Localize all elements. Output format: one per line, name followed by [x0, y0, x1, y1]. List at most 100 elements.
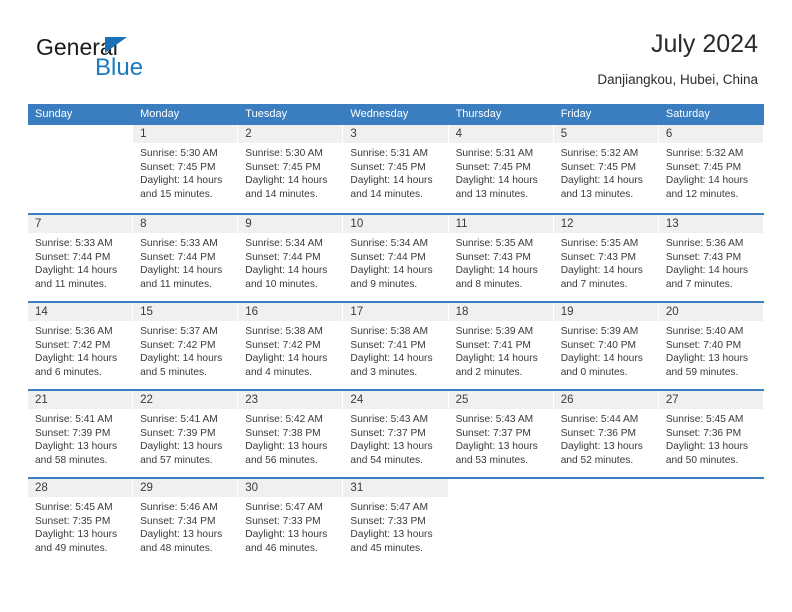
calendar-day-cell[interactable]: 24 Sunrise: 5:43 AM Sunset: 7:37 PM Dayligh…: [343, 391, 449, 477]
daylight-duration-line1: Daylight: 14 hours: [35, 265, 118, 277]
day-number: 15: [133, 303, 238, 321]
day-number: 2: [238, 125, 343, 143]
calendar-day-cell[interactable]: 4 Sunrise: 5:31 AM Sunset: 7:45 PM Daylight…: [448, 125, 554, 213]
calendar-day-cell[interactable]: 11 Sunrise: 5:35 AM Sunset: 7:43 PM Dayligh…: [448, 215, 554, 301]
sunset-time: Sunset: 7:42 PM: [35, 339, 111, 351]
sunrise-time: Sunrise: 5:39 AM: [455, 326, 534, 337]
sunrise-time: Sunrise: 5:39 AM: [560, 326, 639, 337]
calendar-day-cell[interactable]: 27 Sunrise: 5:45 AM Sunset: 7:36 PM Dayligh…: [658, 391, 764, 477]
day-details: Sunrise: 5:43 AM Sunset: 7:37 PM Daylight:…: [343, 409, 447, 467]
daylight-duration-line1: Daylight: 14 hours: [140, 353, 223, 365]
daylight-duration-line2: and 59 minutes.: [665, 366, 739, 378]
daylight-duration-line2: and 7 minutes.: [560, 278, 628, 290]
day-details: Sunrise: 5:39 AM Sunset: 7:41 PM Daylight:…: [449, 321, 553, 379]
sunset-time: Sunset: 7:34 PM: [140, 515, 216, 527]
calendar-day-cell[interactable]: 1 Sunrise: 5:30 AM Sunset: 7:45 PM Daylight…: [133, 125, 239, 213]
calendar-day-cell[interactable]: 25 Sunrise: 5:43 AM Sunset: 7:37 PM Dayligh…: [448, 391, 554, 477]
sunrise-time: Sunrise: 5:45 AM: [665, 414, 744, 425]
sunset-time: Sunset: 7:42 PM: [140, 339, 216, 351]
sunrise-time: Sunrise: 5:42 AM: [245, 414, 323, 425]
page-title: July 2024: [650, 30, 758, 58]
calendar-day-cell[interactable]: 10 Sunrise: 5:34 AM Sunset: 7:44 PM Dayligh…: [343, 215, 449, 301]
sunset-time: Sunset: 7:35 PM: [35, 515, 111, 527]
logo-text-blue: Blue: [95, 54, 144, 81]
day-details: Sunrise: 5:35 AM Sunset: 7:43 PM Daylight:…: [554, 233, 658, 291]
calendar-day-cell[interactable]: 28 Sunrise: 5:45 AM Sunset: 7:35 PM Dayligh…: [28, 479, 134, 565]
day-details: Sunrise: 5:41 AM Sunset: 7:39 PM Daylight:…: [28, 409, 132, 467]
daylight-duration-line2: and 46 minutes.: [245, 542, 318, 554]
calendar-weeks: 1 Sunrise: 5:30 AM Sunset: 7:45 PM Daylight…: [28, 125, 764, 565]
daylight-duration-line2: and 53 minutes.: [455, 454, 529, 466]
day-details: Sunrise: 5:37 AM Sunset: 7:42 PM Daylight:…: [133, 321, 237, 379]
sunset-time: Sunset: 7:43 PM: [455, 251, 531, 263]
sunset-time: Sunset: 7:36 PM: [665, 427, 742, 439]
sunrise-time: Sunrise: 5:31 AM: [350, 148, 429, 159]
day-details: Sunrise: 5:38 AM Sunset: 7:41 PM Daylight:…: [343, 321, 447, 379]
daylight-duration-line1: Daylight: 14 hours: [350, 265, 433, 277]
calendar-day-cell[interactable]: 21 Sunrise: 5:41 AM Sunset: 7:39 PM Dayligh…: [28, 391, 134, 477]
daylight-duration-line1: Daylight: 14 hours: [245, 265, 328, 277]
day-details: Sunrise: 5:45 AM Sunset: 7:36 PM Daylight:…: [659, 409, 763, 467]
day-number: 13: [658, 215, 763, 233]
day-details: Sunrise: 5:46 AM Sunset: 7:34 PM Daylight:…: [133, 497, 237, 555]
daylight-duration-line1: Daylight: 14 hours: [665, 265, 748, 277]
daylight-duration-line2: and 0 minutes.: [560, 366, 628, 378]
calendar-day-cell[interactable]: 15 Sunrise: 5:37 AM Sunset: 7:42 PM Dayligh…: [133, 303, 239, 389]
day-number: 18: [448, 303, 553, 321]
daylight-duration-line1: Daylight: 13 hours: [455, 441, 538, 453]
calendar-day-cell[interactable]: 12 Sunrise: 5:35 AM Sunset: 7:43 PM Dayligh…: [553, 215, 659, 301]
calendar-day-cell[interactable]: 16 Sunrise: 5:38 AM Sunset: 7:42 PM Dayligh…: [238, 303, 344, 389]
calendar-day-cell[interactable]: 26 Sunrise: 5:44 AM Sunset: 7:36 PM Dayligh…: [553, 391, 659, 477]
calendar-week-row: 28 Sunrise: 5:45 AM Sunset: 7:35 PM Dayligh…: [28, 477, 764, 565]
day-number: 23: [238, 391, 343, 409]
calendar-day-cell[interactable]: 8 Sunrise: 5:33 AM Sunset: 7:44 PM Daylight…: [133, 215, 239, 301]
calendar-day-cell[interactable]: 22 Sunrise: 5:41 AM Sunset: 7:39 PM Dayligh…: [133, 391, 239, 477]
calendar-day-cell[interactable]: 2 Sunrise: 5:30 AM Sunset: 7:45 PM Daylight…: [238, 125, 344, 213]
day-number: 31: [343, 479, 448, 497]
sunset-time: Sunset: 7:45 PM: [350, 161, 426, 173]
daylight-duration-line2: and 3 minutes.: [350, 366, 418, 378]
calendar-day-cell[interactable]: 14 Sunrise: 5:36 AM Sunset: 7:42 PM Dayligh…: [28, 303, 134, 389]
page-subtitle: Danjiangkou, Hubei, China: [597, 72, 758, 87]
calendar-day-cell[interactable]: 5 Sunrise: 5:32 AM Sunset: 7:45 PM Daylight…: [553, 125, 659, 213]
general-blue-logo[interactable]: General Blue: [36, 34, 236, 92]
calendar-day-cell[interactable]: 23 Sunrise: 5:42 AM Sunset: 7:38 PM Dayligh…: [238, 391, 344, 477]
calendar-day-cell[interactable]: 17 Sunrise: 5:38 AM Sunset: 7:41 PM Dayligh…: [343, 303, 449, 389]
day-number: 4: [448, 125, 553, 143]
daylight-duration-line2: and 52 minutes.: [560, 454, 634, 466]
sunrise-time: Sunrise: 5:41 AM: [35, 414, 113, 425]
daylight-duration-line1: Daylight: 14 hours: [350, 175, 433, 187]
day-number: 11: [448, 215, 553, 233]
calendar-day-cell[interactable]: 9 Sunrise: 5:34 AM Sunset: 7:44 PM Daylight…: [238, 215, 344, 301]
daylight-duration-line2: and 7 minutes.: [665, 278, 733, 290]
calendar-day-cell[interactable]: 29 Sunrise: 5:46 AM Sunset: 7:34 PM Dayligh…: [133, 479, 239, 565]
sunrise-time: Sunrise: 5:30 AM: [140, 148, 218, 159]
sunrise-time: Sunrise: 5:38 AM: [245, 326, 323, 337]
daylight-duration-line2: and 54 minutes.: [350, 454, 423, 466]
daylight-duration-line1: Daylight: 13 hours: [350, 529, 433, 541]
day-number: 30: [238, 479, 343, 497]
sunrise-time: Sunrise: 5:38 AM: [350, 326, 429, 337]
sunset-time: Sunset: 7:41 PM: [455, 339, 531, 351]
calendar-day-cell[interactable]: 30 Sunrise: 5:47 AM Sunset: 7:33 PM Dayligh…: [238, 479, 344, 565]
calendar-day-cell[interactable]: 13 Sunrise: 5:36 AM Sunset: 7:43 PM Dayligh…: [658, 215, 764, 301]
sunrise-time: Sunrise: 5:47 AM: [245, 502, 323, 513]
daylight-duration-line2: and 56 minutes.: [245, 454, 318, 466]
day-details: Sunrise: 5:34 AM Sunset: 7:44 PM Daylight:…: [238, 233, 342, 291]
calendar-day-cell-empty: [553, 479, 659, 565]
calendar-page: General Blue July 2024 Danjiangkou, Hube…: [0, 0, 792, 612]
calendar-day-cell[interactable]: 19 Sunrise: 5:39 AM Sunset: 7:40 PM Dayligh…: [553, 303, 659, 389]
daylight-duration-line2: and 57 minutes.: [140, 454, 213, 466]
calendar-day-cell[interactable]: 18 Sunrise: 5:39 AM Sunset: 7:41 PM Dayligh…: [448, 303, 554, 389]
day-details: Sunrise: 5:31 AM Sunset: 7:45 PM Daylight:…: [343, 143, 447, 201]
day-details: Sunrise: 5:44 AM Sunset: 7:36 PM Daylight:…: [554, 409, 658, 467]
calendar-day-cell[interactable]: 20 Sunrise: 5:40 AM Sunset: 7:40 PM Dayligh…: [658, 303, 764, 389]
calendar-day-cell[interactable]: 7 Sunrise: 5:33 AM Sunset: 7:44 PM Daylight…: [28, 215, 134, 301]
calendar-day-cell[interactable]: 6 Sunrise: 5:32 AM Sunset: 7:45 PM Daylight…: [658, 125, 764, 213]
day-details: Sunrise: 5:30 AM Sunset: 7:45 PM Daylight:…: [238, 143, 342, 201]
daylight-duration-line2: and 13 minutes.: [560, 188, 634, 200]
calendar-day-cell[interactable]: 3 Sunrise: 5:31 AM Sunset: 7:45 PM Daylight…: [343, 125, 449, 213]
calendar-day-cell[interactable]: 31 Sunrise: 5:47 AM Sunset: 7:33 PM Dayligh…: [343, 479, 449, 565]
page-header: General Blue July 2024 Danjiangkou, Hube…: [28, 28, 764, 98]
sunrise-time: Sunrise: 5:46 AM: [140, 502, 218, 513]
